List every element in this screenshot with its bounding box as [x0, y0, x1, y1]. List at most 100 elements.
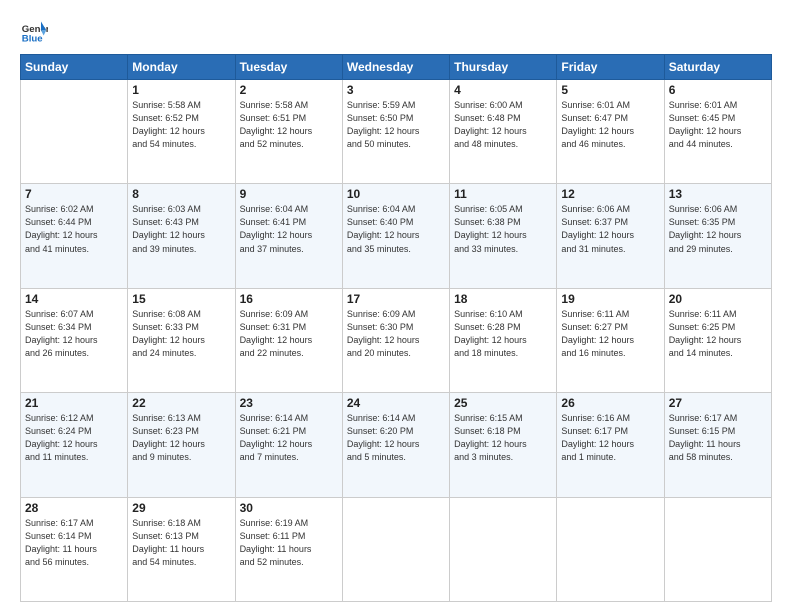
calendar-cell: 15 Sunrise: 6:08 AM Sunset: 6:33 PM Dayli…: [128, 288, 235, 392]
day-info: Sunrise: 5:59 AM Sunset: 6:50 PM Dayligh…: [347, 99, 445, 151]
calendar-cell: 12 Sunrise: 6:06 AM Sunset: 6:37 PM Dayli…: [557, 184, 664, 288]
day-number: 11: [454, 187, 552, 201]
calendar-cell: 11 Sunrise: 6:05 AM Sunset: 6:38 PM Dayli…: [450, 184, 557, 288]
day-number: 27: [669, 396, 767, 410]
day-number: 23: [240, 396, 338, 410]
day-number: 30: [240, 501, 338, 515]
svg-text:Blue: Blue: [22, 34, 43, 45]
calendar-cell: 10 Sunrise: 6:04 AM Sunset: 6:40 PM Dayli…: [342, 184, 449, 288]
calendar-cell: 25 Sunrise: 6:15 AM Sunset: 6:18 PM Dayli…: [450, 393, 557, 497]
day-info: Sunrise: 6:10 AM Sunset: 6:28 PM Dayligh…: [454, 308, 552, 360]
day-number: 5: [561, 83, 659, 97]
day-number: 6: [669, 83, 767, 97]
calendar-cell: [21, 80, 128, 184]
weekday-header-wednesday: Wednesday: [342, 55, 449, 80]
day-number: 19: [561, 292, 659, 306]
day-info: Sunrise: 5:58 AM Sunset: 6:51 PM Dayligh…: [240, 99, 338, 151]
day-number: 1: [132, 83, 230, 97]
calendar-cell: 8 Sunrise: 6:03 AM Sunset: 6:43 PM Daylig…: [128, 184, 235, 288]
calendar-cell: [342, 497, 449, 601]
day-info: Sunrise: 6:09 AM Sunset: 6:30 PM Dayligh…: [347, 308, 445, 360]
day-number: 29: [132, 501, 230, 515]
day-number: 13: [669, 187, 767, 201]
calendar-cell: 16 Sunrise: 6:09 AM Sunset: 6:31 PM Dayli…: [235, 288, 342, 392]
day-info: Sunrise: 6:17 AM Sunset: 6:15 PM Dayligh…: [669, 412, 767, 464]
day-number: 17: [347, 292, 445, 306]
calendar-cell: 14 Sunrise: 6:07 AM Sunset: 6:34 PM Dayli…: [21, 288, 128, 392]
day-info: Sunrise: 6:19 AM Sunset: 6:11 PM Dayligh…: [240, 517, 338, 569]
day-number: 7: [25, 187, 123, 201]
day-info: Sunrise: 6:03 AM Sunset: 6:43 PM Dayligh…: [132, 203, 230, 255]
calendar-cell: 7 Sunrise: 6:02 AM Sunset: 6:44 PM Daylig…: [21, 184, 128, 288]
day-info: Sunrise: 6:06 AM Sunset: 6:35 PM Dayligh…: [669, 203, 767, 255]
day-number: 22: [132, 396, 230, 410]
day-info: Sunrise: 6:14 AM Sunset: 6:20 PM Dayligh…: [347, 412, 445, 464]
day-info: Sunrise: 6:16 AM Sunset: 6:17 PM Dayligh…: [561, 412, 659, 464]
day-number: 4: [454, 83, 552, 97]
day-info: Sunrise: 6:00 AM Sunset: 6:48 PM Dayligh…: [454, 99, 552, 151]
calendar-cell: 26 Sunrise: 6:16 AM Sunset: 6:17 PM Dayli…: [557, 393, 664, 497]
day-number: 24: [347, 396, 445, 410]
calendar-cell: 29 Sunrise: 6:18 AM Sunset: 6:13 PM Dayli…: [128, 497, 235, 601]
day-number: 8: [132, 187, 230, 201]
weekday-header-sunday: Sunday: [21, 55, 128, 80]
day-info: Sunrise: 6:12 AM Sunset: 6:24 PM Dayligh…: [25, 412, 123, 464]
day-info: Sunrise: 6:11 AM Sunset: 6:27 PM Dayligh…: [561, 308, 659, 360]
generalblue-logo-icon: General Blue: [20, 18, 48, 46]
calendar-cell: [557, 497, 664, 601]
day-number: 14: [25, 292, 123, 306]
day-info: Sunrise: 6:09 AM Sunset: 6:31 PM Dayligh…: [240, 308, 338, 360]
calendar-cell: 19 Sunrise: 6:11 AM Sunset: 6:27 PM Dayli…: [557, 288, 664, 392]
calendar-cell: 3 Sunrise: 5:59 AM Sunset: 6:50 PM Daylig…: [342, 80, 449, 184]
day-number: 26: [561, 396, 659, 410]
day-info: Sunrise: 6:02 AM Sunset: 6:44 PM Dayligh…: [25, 203, 123, 255]
calendar-cell: [664, 497, 771, 601]
calendar-cell: 9 Sunrise: 6:04 AM Sunset: 6:41 PM Daylig…: [235, 184, 342, 288]
calendar-cell: [450, 497, 557, 601]
calendar-table: SundayMondayTuesdayWednesdayThursdayFrid…: [20, 54, 772, 602]
day-info: Sunrise: 6:04 AM Sunset: 6:41 PM Dayligh…: [240, 203, 338, 255]
weekday-header-tuesday: Tuesday: [235, 55, 342, 80]
day-number: 12: [561, 187, 659, 201]
day-info: Sunrise: 6:01 AM Sunset: 6:47 PM Dayligh…: [561, 99, 659, 151]
day-info: Sunrise: 6:13 AM Sunset: 6:23 PM Dayligh…: [132, 412, 230, 464]
day-info: Sunrise: 5:58 AM Sunset: 6:52 PM Dayligh…: [132, 99, 230, 151]
calendar-cell: 24 Sunrise: 6:14 AM Sunset: 6:20 PM Dayli…: [342, 393, 449, 497]
day-number: 16: [240, 292, 338, 306]
calendar-cell: 17 Sunrise: 6:09 AM Sunset: 6:30 PM Dayli…: [342, 288, 449, 392]
calendar-cell: 18 Sunrise: 6:10 AM Sunset: 6:28 PM Dayli…: [450, 288, 557, 392]
weekday-header-friday: Friday: [557, 55, 664, 80]
day-number: 9: [240, 187, 338, 201]
calendar-cell: 20 Sunrise: 6:11 AM Sunset: 6:25 PM Dayli…: [664, 288, 771, 392]
day-info: Sunrise: 6:04 AM Sunset: 6:40 PM Dayligh…: [347, 203, 445, 255]
day-info: Sunrise: 6:15 AM Sunset: 6:18 PM Dayligh…: [454, 412, 552, 464]
day-info: Sunrise: 6:11 AM Sunset: 6:25 PM Dayligh…: [669, 308, 767, 360]
day-info: Sunrise: 6:17 AM Sunset: 6:14 PM Dayligh…: [25, 517, 123, 569]
day-info: Sunrise: 6:06 AM Sunset: 6:37 PM Dayligh…: [561, 203, 659, 255]
day-number: 18: [454, 292, 552, 306]
calendar-cell: 28 Sunrise: 6:17 AM Sunset: 6:14 PM Dayli…: [21, 497, 128, 601]
calendar-cell: 4 Sunrise: 6:00 AM Sunset: 6:48 PM Daylig…: [450, 80, 557, 184]
day-info: Sunrise: 6:08 AM Sunset: 6:33 PM Dayligh…: [132, 308, 230, 360]
calendar-cell: 6 Sunrise: 6:01 AM Sunset: 6:45 PM Daylig…: [664, 80, 771, 184]
calendar-cell: 1 Sunrise: 5:58 AM Sunset: 6:52 PM Daylig…: [128, 80, 235, 184]
weekday-header-thursday: Thursday: [450, 55, 557, 80]
calendar-cell: 30 Sunrise: 6:19 AM Sunset: 6:11 PM Dayli…: [235, 497, 342, 601]
day-number: 28: [25, 501, 123, 515]
day-info: Sunrise: 6:07 AM Sunset: 6:34 PM Dayligh…: [25, 308, 123, 360]
calendar-cell: 21 Sunrise: 6:12 AM Sunset: 6:24 PM Dayli…: [21, 393, 128, 497]
day-info: Sunrise: 6:05 AM Sunset: 6:38 PM Dayligh…: [454, 203, 552, 255]
logo: General Blue: [20, 18, 48, 46]
day-number: 10: [347, 187, 445, 201]
day-info: Sunrise: 6:01 AM Sunset: 6:45 PM Dayligh…: [669, 99, 767, 151]
calendar-cell: 5 Sunrise: 6:01 AM Sunset: 6:47 PM Daylig…: [557, 80, 664, 184]
weekday-header-monday: Monday: [128, 55, 235, 80]
day-number: 21: [25, 396, 123, 410]
calendar-cell: 13 Sunrise: 6:06 AM Sunset: 6:35 PM Dayli…: [664, 184, 771, 288]
day-info: Sunrise: 6:18 AM Sunset: 6:13 PM Dayligh…: [132, 517, 230, 569]
weekday-header-saturday: Saturday: [664, 55, 771, 80]
day-number: 25: [454, 396, 552, 410]
day-number: 20: [669, 292, 767, 306]
day-number: 15: [132, 292, 230, 306]
day-number: 3: [347, 83, 445, 97]
